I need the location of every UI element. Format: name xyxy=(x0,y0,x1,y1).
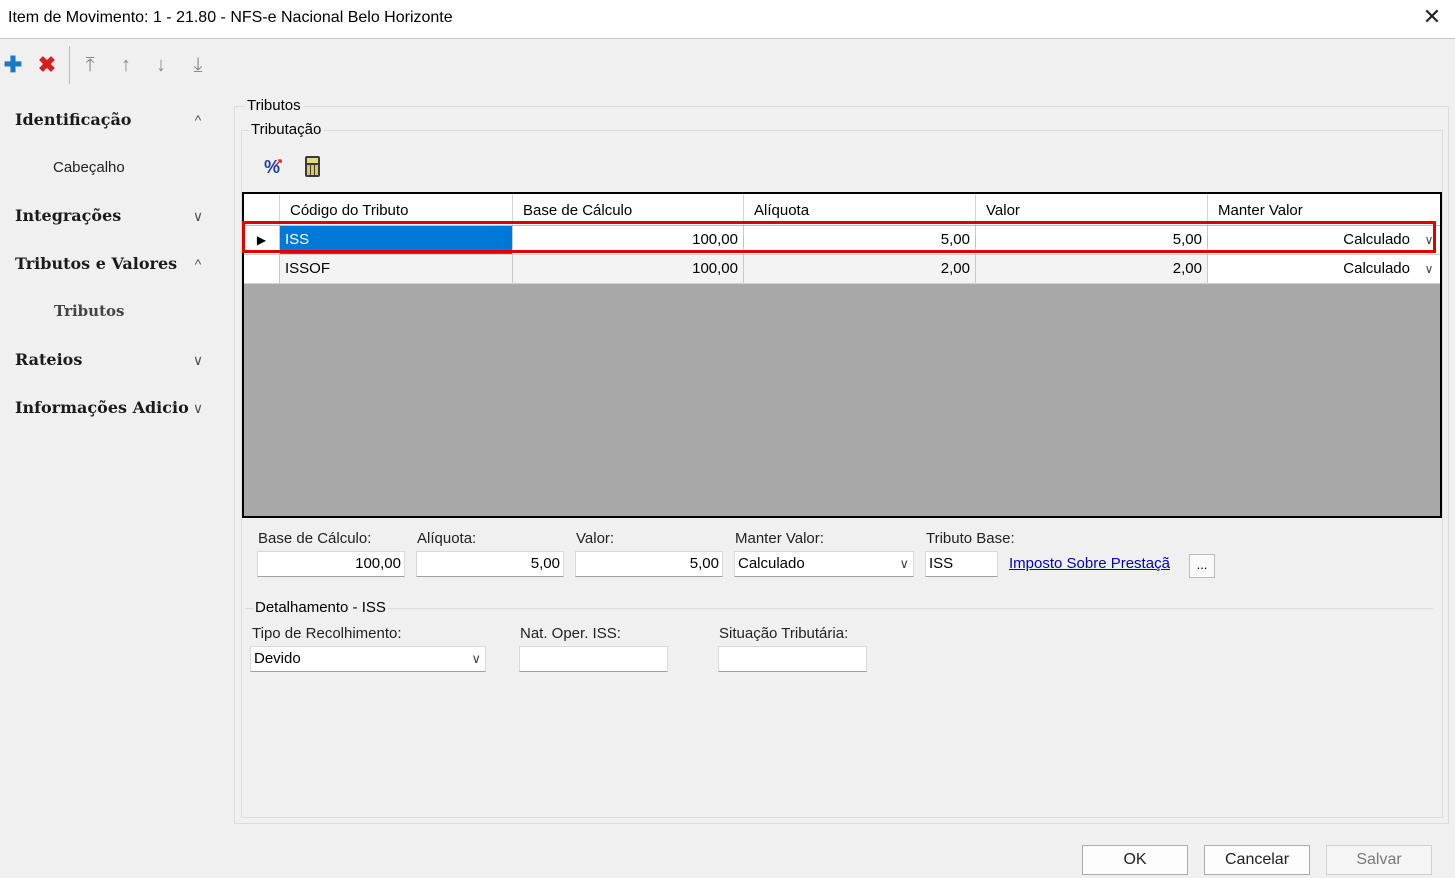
percent-icon[interactable]: % ↗ xyxy=(259,154,285,180)
cancel-button[interactable]: Cancelar xyxy=(1204,845,1310,875)
header-base[interactable]: Base de Cálculo xyxy=(512,194,743,225)
header-manter[interactable]: Manter Valor xyxy=(1207,194,1440,225)
move-up-icon[interactable]: ↑ xyxy=(113,50,139,80)
chevron-up-icon[interactable]: ^ xyxy=(188,112,208,128)
chevron-down-icon[interactable]: ∨ xyxy=(1418,230,1440,250)
cell-valor[interactable]: 2,00 xyxy=(975,255,1207,283)
sidebar-item-integracoes[interactable]: Integrações xyxy=(15,206,121,225)
tributo-base-link[interactable]: Imposto Sobre Prestaçã xyxy=(1009,555,1179,572)
header-aliquota[interactable]: Alíquota xyxy=(743,194,975,225)
chevron-down-icon[interactable]: ∨ xyxy=(188,400,208,417)
sidebar-item-cabecalho[interactable]: Cabeçalho xyxy=(53,159,125,176)
cell-valor[interactable]: 5,00 xyxy=(975,226,1207,254)
tipo-recolhimento-select[interactable]: Devido ∨ xyxy=(250,646,486,672)
tipo-recolhimento-label: Tipo de Recolhimento: xyxy=(252,625,402,642)
aliquota-label: Alíquota: xyxy=(417,530,477,547)
ok-button[interactable]: OK xyxy=(1082,845,1188,875)
sidebar-item-rateios[interactable]: Rateios xyxy=(15,350,82,369)
toolbar-separator xyxy=(69,46,70,84)
move-down-icon[interactable]: ↓ xyxy=(148,50,174,80)
calculator-icon[interactable] xyxy=(300,154,326,180)
base-label: Base de Cálculo: xyxy=(258,530,372,547)
sidebar-item-tributos-e-valores[interactable]: Tributos e Valores xyxy=(15,254,177,273)
sidebar-item-identificacao[interactable]: Identificação xyxy=(15,110,131,129)
situacao-field[interactable] xyxy=(718,646,867,672)
chevron-down-icon[interactable]: ∨ xyxy=(1418,259,1440,279)
cell-manter-value: Calculado xyxy=(1343,260,1410,277)
window-title: Item de Movimento: 1 - 21.80 - NFS-e Nac… xyxy=(8,9,453,26)
close-icon[interactable]: ✕ xyxy=(1419,4,1445,30)
title-bar: Item de Movimento: 1 - 21.80 - NFS-e Nac… xyxy=(0,0,1455,39)
group-tributos-label: Tributos xyxy=(245,97,303,114)
grid-header: Código do Tributo Base de Cálculo Alíquo… xyxy=(244,194,1440,226)
sidebar-item-informacoes-adicionais[interactable]: Informações Adicio xyxy=(15,398,189,417)
delete-icon[interactable]: ✖ xyxy=(34,50,60,80)
cell-aliquota[interactable]: 5,00 xyxy=(743,226,975,254)
move-first-icon[interactable]: ⤒ xyxy=(77,50,103,80)
sidebar-item-tributos[interactable]: Tributos xyxy=(54,302,124,320)
manter-label: Manter Valor: xyxy=(735,530,824,547)
table-row[interactable]: ▶ ISS 100,00 5,00 5,00 Calculado ∨ xyxy=(244,226,1440,255)
manter-select[interactable]: Calculado ∨ xyxy=(734,551,914,577)
move-last-icon[interactable]: ⤓ xyxy=(185,50,211,80)
manter-select-value: Calculado xyxy=(738,555,805,572)
save-button[interactable]: Salvar xyxy=(1326,845,1432,875)
group-detalhamento-label: Detalhamento - ISS xyxy=(253,599,388,616)
header-codigo[interactable]: Código do Tributo xyxy=(279,194,512,225)
header-valor[interactable]: Valor xyxy=(975,194,1207,225)
row-indicator-icon: ▶ xyxy=(256,233,267,247)
valor-field[interactable]: 5,00 xyxy=(575,551,723,577)
chevron-down-icon[interactable]: ∨ xyxy=(188,352,208,369)
ellipsis-button[interactable]: ... xyxy=(1189,554,1215,578)
tributo-base-label: Tributo Base: xyxy=(926,530,1015,547)
cell-base[interactable]: 100,00 xyxy=(512,226,743,254)
tipo-recolhimento-value: Devido xyxy=(254,650,301,667)
nat-oper-label: Nat. Oper. ISS: xyxy=(520,625,621,642)
nat-oper-field[interactable] xyxy=(519,646,668,672)
table-row[interactable]: ISSOF 100,00 2,00 2,00 Calculado ∨ xyxy=(244,255,1440,284)
grid-header-indicator xyxy=(244,194,279,225)
tributo-base-field[interactable]: ISS xyxy=(925,551,998,577)
chevron-down-icon[interactable]: ∨ xyxy=(899,552,909,576)
cell-base[interactable]: 100,00 xyxy=(512,255,743,283)
aliquota-field[interactable]: 5,00 xyxy=(416,551,564,577)
cell-codigo[interactable]: ISS xyxy=(279,226,512,254)
cell-manter-value: Calculado xyxy=(1343,231,1410,248)
tributos-grid[interactable]: Código do Tributo Base de Cálculo Alíquo… xyxy=(242,192,1442,518)
cell-aliquota[interactable]: 2,00 xyxy=(743,255,975,283)
cell-manter[interactable]: Calculado ∨ xyxy=(1207,226,1440,254)
cell-manter[interactable]: Calculado ∨ xyxy=(1207,255,1440,283)
group-tributacao-label: Tributação xyxy=(249,121,324,138)
chevron-down-icon[interactable]: ∨ xyxy=(188,208,208,225)
add-icon[interactable]: ✚ xyxy=(0,50,26,80)
cell-codigo[interactable]: ISSOF xyxy=(279,255,512,283)
row-indicator-icon xyxy=(244,255,279,283)
chevron-up-icon[interactable]: ^ xyxy=(188,256,208,272)
chevron-down-icon[interactable]: ∨ xyxy=(471,647,481,671)
valor-label: Valor: xyxy=(576,530,615,547)
base-field[interactable]: 100,00 xyxy=(257,551,405,577)
situacao-label: Situação Tributária: xyxy=(719,625,849,642)
